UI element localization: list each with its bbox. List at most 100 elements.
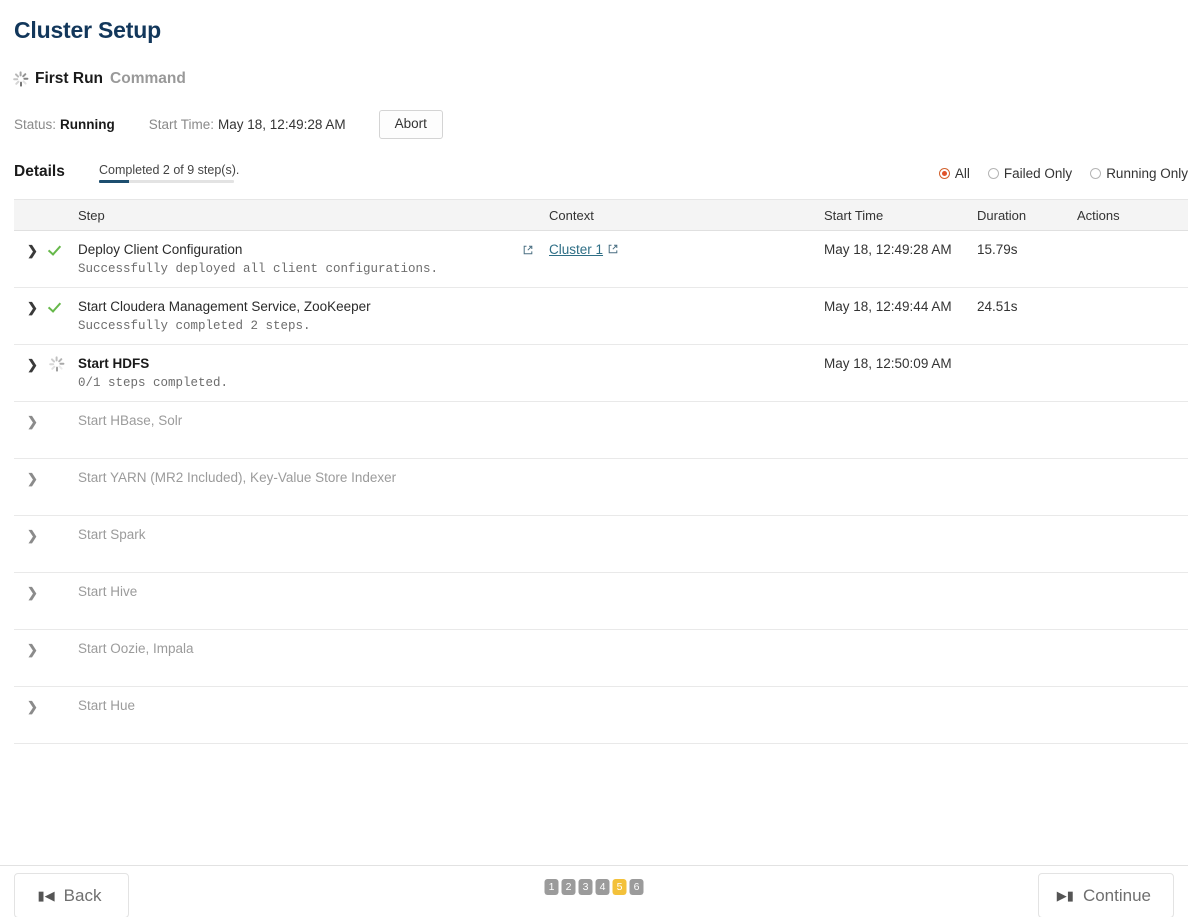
- step-cell: Deploy Client Configuration Successfully…: [64, 242, 549, 277]
- radio-failed-only-icon[interactable]: [987, 168, 999, 179]
- continue-button[interactable]: ▶▮ Continue: [1037, 873, 1174, 917]
- skip-to-start-icon: ▮◀: [37, 888, 55, 903]
- skip-to-end-icon: ▶▮: [1056, 888, 1074, 903]
- start-time-cell: May 18, 12:50:09 AM: [824, 356, 952, 371]
- step-name: Start Spark: [78, 527, 146, 542]
- status-value: Running: [60, 116, 115, 132]
- check-success-icon: [50, 299, 64, 316]
- pager-item-6[interactable]: 6: [629, 879, 644, 895]
- radio-running-only-icon[interactable]: [1090, 168, 1102, 179]
- pager-item-4[interactable]: 4: [595, 879, 610, 895]
- external-link-icon[interactable]: [523, 243, 533, 258]
- status-icon-placeholder: [50, 527, 64, 528]
- chevron-right-icon[interactable]: ❯: [14, 242, 50, 257]
- progress-track: [99, 180, 234, 183]
- start-time-value: May 18, 12:49:28 AM: [218, 116, 346, 132]
- filter-option-running-only[interactable]: Running Only: [1090, 166, 1188, 181]
- command-name: First Run: [35, 70, 104, 87]
- status-icon-placeholder: [50, 413, 64, 414]
- external-link-icon[interactable]: [608, 242, 618, 257]
- step-name: Start Cloudera Management Service, ZooKe…: [78, 299, 371, 314]
- table-row[interactable]: ❯ Start HBase, Solr: [14, 402, 1188, 459]
- step-name: Start HBase, Solr: [78, 413, 183, 428]
- radio-all-icon[interactable]: [938, 168, 950, 179]
- progress-text: Completed 2 of 9 step(s).: [99, 163, 240, 177]
- duration-cell: 24.51s: [977, 299, 1018, 314]
- table-row[interactable]: ❯ Start HDFS 0/1 steps completed. May 18…: [14, 345, 1188, 402]
- header-step: Step: [78, 207, 105, 223]
- table-header-row: Step Context Start Time Duration Actions: [14, 199, 1188, 231]
- chevron-right-icon[interactable]: ❯: [14, 584, 50, 599]
- context-link-cluster-1[interactable]: Cluster 1: [549, 242, 603, 257]
- table-row[interactable]: ❯ Start Hue: [14, 687, 1188, 744]
- wizard-pagination: 1 2 3 4 5 6: [544, 879, 644, 895]
- step-cell: Start HDFS 0/1 steps completed.: [64, 356, 549, 391]
- continue-label: Continue: [1082, 885, 1151, 905]
- step-name: Start Hive: [78, 584, 138, 599]
- chevron-right-icon[interactable]: ❯: [14, 356, 50, 371]
- status-icon-placeholder: [50, 584, 64, 585]
- chevron-right-icon[interactable]: ❯: [14, 698, 50, 713]
- step-name: Start HDFS: [78, 356, 150, 371]
- status-icon-placeholder: [50, 641, 64, 642]
- check-success-icon: [50, 242, 64, 259]
- duration-cell: 15.79s: [977, 242, 1018, 257]
- filter-option-all[interactable]: All: [938, 166, 970, 181]
- table-row[interactable]: ❯ Start Spark: [14, 516, 1188, 573]
- back-label: Back: [63, 885, 102, 905]
- start-time-label: Start Time:: [148, 116, 215, 132]
- spinner-icon: [49, 356, 65, 374]
- back-button[interactable]: ▮◀ Back: [14, 873, 129, 917]
- step-name: Start YARN (MR2 Included), Key-Value Sto…: [78, 470, 397, 485]
- step-cell: Start Hue: [64, 698, 549, 714]
- header-actions: Actions: [1077, 207, 1120, 223]
- pager-item-2[interactable]: 2: [561, 879, 576, 895]
- abort-button[interactable]: Abort: [378, 110, 443, 139]
- filter-option-failed-only[interactable]: Failed Only: [987, 166, 1073, 181]
- steps-table: Step Context Start Time Duration Actions…: [14, 199, 1188, 744]
- start-time-cell: May 18, 12:49:28 AM: [824, 242, 952, 257]
- context-cell: Cluster 1: [549, 242, 824, 257]
- step-cell: Start YARN (MR2 Included), Key-Value Sto…: [64, 470, 549, 486]
- pager-item-3[interactable]: 3: [578, 879, 593, 895]
- filter-label-running-only: Running Only: [1106, 166, 1188, 181]
- header-start-time: Start Time: [824, 207, 884, 223]
- step-name: Start Hue: [78, 698, 136, 713]
- step-cell: Start Oozie, Impala: [64, 641, 549, 657]
- step-cell: Start Spark: [64, 527, 549, 543]
- table-row[interactable]: ❯ Start YARN (MR2 Included), Key-Value S…: [14, 459, 1188, 516]
- chevron-right-icon[interactable]: ❯: [14, 413, 50, 428]
- details-heading: Details: [14, 163, 65, 180]
- page-title: Cluster Setup: [14, 17, 161, 43]
- progress-fill: [99, 180, 129, 183]
- filter-label-failed-only: Failed Only: [1003, 166, 1073, 181]
- table-row[interactable]: ❯ Deploy Client Configuration Successful…: [14, 231, 1188, 288]
- spinner-icon: [13, 71, 29, 87]
- pager-item-5[interactable]: 5: [612, 879, 627, 895]
- step-cell: Start HBase, Solr: [64, 413, 549, 429]
- chevron-right-icon[interactable]: ❯: [14, 527, 50, 542]
- chevron-right-icon[interactable]: ❯: [14, 641, 50, 656]
- header-context: Context: [549, 207, 594, 223]
- status-icon-placeholder: [50, 698, 64, 699]
- chevron-right-icon[interactable]: ❯: [14, 470, 50, 485]
- table-row[interactable]: ❯ Start Hive: [14, 573, 1188, 630]
- command-header: First Run Command: [13, 70, 186, 88]
- pager-item-1[interactable]: 1: [544, 879, 559, 895]
- progress-summary: Completed 2 of 9 step(s).: [99, 163, 240, 183]
- status-label: Status:: [14, 116, 57, 132]
- step-description: Successfully completed 2 steps.: [78, 319, 311, 333]
- command-suffix: Command: [110, 70, 186, 87]
- table-row[interactable]: ❯ Start Oozie, Impala: [14, 630, 1188, 687]
- step-cell: Start Cloudera Management Service, ZooKe…: [64, 299, 549, 334]
- filter-label-all: All: [954, 166, 970, 181]
- step-name: Deploy Client Configuration: [78, 242, 243, 257]
- step-description: 0/1 steps completed.: [78, 376, 229, 390]
- status-row: Status: Running Start Time: May 18, 12:4…: [14, 110, 443, 139]
- header-duration: Duration: [977, 207, 1027, 223]
- filter-radio-group: All Failed Only Running Only: [938, 166, 1188, 181]
- step-description: Successfully deployed all client configu…: [78, 262, 439, 276]
- cluster-setup-page: Cluster Setup First Run Command Status: …: [0, 0, 1188, 917]
- table-row[interactable]: ❯ Start Cloudera Management Service, Zoo…: [14, 288, 1188, 345]
- chevron-right-icon[interactable]: ❯: [14, 299, 50, 314]
